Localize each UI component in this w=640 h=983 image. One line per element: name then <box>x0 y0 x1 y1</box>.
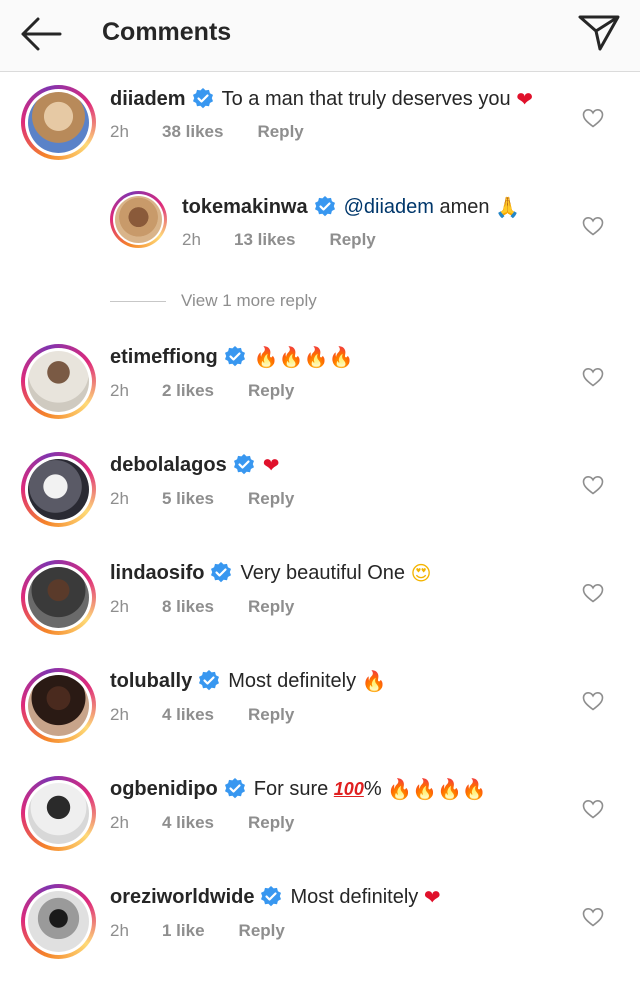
heart-outline-icon[interactable] <box>582 216 604 236</box>
comment-item: ogbenidipo For sure 100% 🔥🔥🔥🔥 2h 4 likes… <box>0 772 640 872</box>
comment-item: etimeffiong 🔥🔥🔥🔥 2h 2 likes Reply <box>0 340 640 440</box>
reply-item: tokemakinwa @diiadem amen 🙏 2h 13 likes … <box>0 188 640 288</box>
view-more-replies[interactable]: View 1 more reply <box>110 291 317 311</box>
hundred-emoji: 100 <box>333 778 364 799</box>
reply-button[interactable]: Reply <box>329 230 375 250</box>
comment-text: Most definitely <box>290 885 419 908</box>
avatar[interactable] <box>21 776 96 851</box>
avatar[interactable] <box>21 668 96 743</box>
verified-badge-icon <box>233 454 254 475</box>
back-arrow-icon[interactable] <box>18 14 64 54</box>
comment-emoji: 😍 <box>410 561 432 585</box>
comment-item: oreziworldwide Most definitely ❤ 2h 1 li… <box>0 880 640 980</box>
comment-emoji: 🔥🔥🔥🔥 <box>387 777 487 801</box>
comment-emoji: ❤ <box>516 87 533 111</box>
heart-outline-icon[interactable] <box>582 691 604 711</box>
comment-emoji: 🙏 <box>495 195 521 219</box>
avatar[interactable] <box>21 560 96 635</box>
view-more-replies-label[interactable]: View 1 more reply <box>181 291 317 311</box>
verified-badge-icon <box>224 346 245 367</box>
comment-username[interactable]: diiadem <box>110 88 186 111</box>
comment-emoji: ❤ <box>423 885 441 909</box>
reply-button[interactable]: Reply <box>248 489 294 509</box>
comment-emoji: 🔥 <box>361 669 387 693</box>
top-bar: Comments <box>0 0 640 72</box>
comment-username[interactable]: tokemakinwa <box>182 196 308 219</box>
comment-item: debolalagos ❤ 2h 5 likes Reply <box>0 448 640 548</box>
comment-time: 2h <box>182 230 201 249</box>
comment-likes[interactable]: 13 likes <box>234 230 295 250</box>
comment-suffix: % <box>363 777 382 800</box>
comment-likes[interactable]: 5 likes <box>162 489 214 509</box>
reply-button[interactable]: Reply <box>248 705 294 725</box>
comment-time: 2h <box>110 122 129 141</box>
divider <box>110 300 166 302</box>
comment-username[interactable]: debolalagos <box>110 454 227 477</box>
avatar[interactable] <box>21 85 96 160</box>
comment-username[interactable]: oreziworldwide <box>110 886 254 909</box>
comment-item: lindaosifo Very beautiful One 😍 2h 8 lik… <box>0 556 640 656</box>
paper-plane-icon[interactable] <box>576 11 622 53</box>
comment-likes[interactable]: 1 like <box>162 921 205 941</box>
comment-time: 2h <box>110 489 129 508</box>
reply-button[interactable]: Reply <box>248 813 294 833</box>
comment-time: 2h <box>110 921 129 940</box>
comment-emoji: ❤ <box>262 453 280 477</box>
heart-outline-icon[interactable] <box>582 475 604 495</box>
heart-outline-icon[interactable] <box>582 108 604 128</box>
comment-text: amen <box>439 195 490 218</box>
comment-item: tolubally Most definitely 🔥 2h 4 likes R… <box>0 664 640 764</box>
verified-badge-icon <box>224 778 245 799</box>
avatar[interactable] <box>21 344 96 419</box>
comment-time: 2h <box>110 597 129 616</box>
comment-likes[interactable]: 2 likes <box>162 381 214 401</box>
reply-button[interactable]: Reply <box>248 381 294 401</box>
comment-text: For sure <box>253 777 329 800</box>
comment-likes[interactable]: 38 likes <box>162 122 223 142</box>
verified-badge-icon <box>199 670 220 691</box>
reply-button[interactable]: Reply <box>248 597 294 617</box>
verified-badge-icon <box>192 88 213 109</box>
comment-text: Most definitely <box>228 669 357 692</box>
comment-time: 2h <box>110 813 129 832</box>
comment-username[interactable]: ogbenidipo <box>110 778 218 801</box>
heart-outline-icon[interactable] <box>582 367 604 387</box>
heart-outline-icon[interactable] <box>582 799 604 819</box>
mention-link[interactable]: @diiadem <box>344 196 434 219</box>
verified-badge-icon <box>314 196 335 217</box>
comment-username[interactable]: tolubally <box>110 670 192 693</box>
avatar[interactable] <box>110 191 167 248</box>
comment-emoji: 🔥🔥🔥🔥 <box>253 345 354 369</box>
avatar[interactable] <box>21 884 96 959</box>
reply-button[interactable]: Reply <box>239 921 285 941</box>
heart-outline-icon[interactable] <box>582 583 604 603</box>
comment-username[interactable]: lindaosifo <box>110 562 204 585</box>
comment-item: diiadem To a man that truly deserves you… <box>0 80 640 180</box>
comment-text: Very beautiful One <box>240 561 406 584</box>
heart-outline-icon[interactable] <box>582 907 604 927</box>
verified-badge-icon <box>261 886 282 907</box>
comment-likes[interactable]: 8 likes <box>162 597 214 617</box>
comment-text: To a man that truly deserves you <box>221 87 511 110</box>
comment-likes[interactable]: 4 likes <box>162 705 214 725</box>
avatar[interactable] <box>21 452 96 527</box>
comment-time: 2h <box>110 381 129 400</box>
comment-username[interactable]: etimeffiong <box>110 346 218 369</box>
comment-time: 2h <box>110 705 129 724</box>
page-title: Comments <box>102 18 232 46</box>
verified-badge-icon <box>211 562 232 583</box>
comment-likes[interactable]: 4 likes <box>162 813 214 833</box>
reply-button[interactable]: Reply <box>257 122 303 142</box>
